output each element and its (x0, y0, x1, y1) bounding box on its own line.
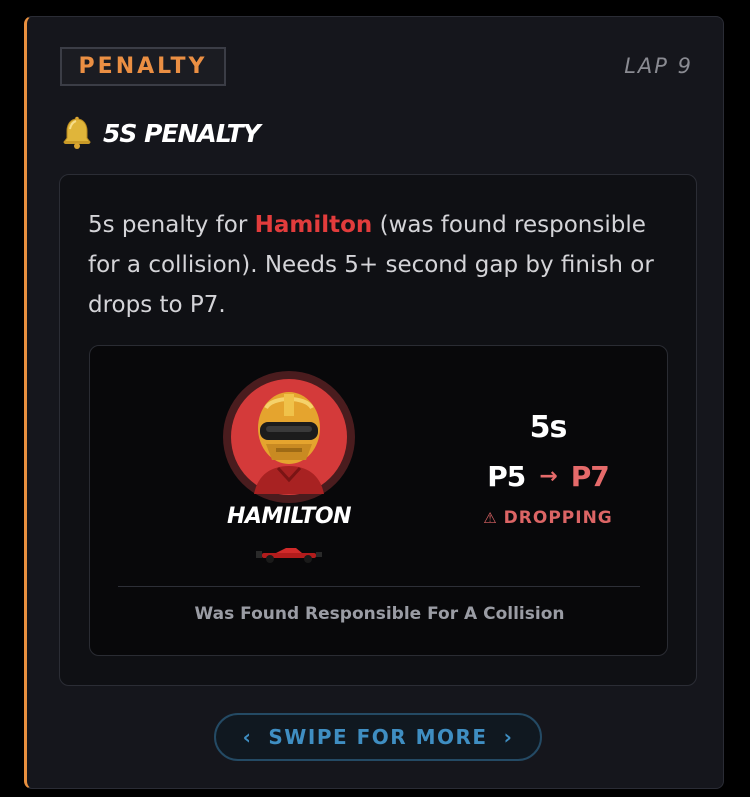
penalty-time: 5s (529, 410, 568, 445)
penalty-card: PENALTY LAP 9 5S PENALTY 5s penalty for … (24, 16, 724, 789)
description-text: 5s penalty for (88, 212, 255, 238)
driver-helmet-avatar (223, 371, 355, 503)
card-title: 5S PENALTY (103, 118, 261, 148)
category-tag: PENALTY (60, 47, 226, 86)
swipe-for-more-button[interactable]: ‹ SWIPE FOR MORE › (214, 713, 542, 761)
driver-highlight: Hamilton (254, 212, 373, 238)
chevron-right-icon: › (503, 725, 514, 749)
status-label: ⚠ DROPPING (450, 508, 646, 528)
lap-label: LAP 9 (624, 54, 693, 78)
current-position: P5 (487, 460, 526, 493)
title-row: 5S PENALTY (59, 113, 261, 153)
penalty-description: 5s penalty for Hamilton (was found respo… (88, 205, 678, 325)
divider (118, 586, 640, 587)
driver-panel: HAMILTON 5s P5 → P7 ⚠ DROPPING Was Found… (89, 345, 668, 656)
projected-position: P7 (570, 460, 610, 493)
race-car-icon (256, 548, 322, 563)
penalty-reason: Was Found Responsible For A Collision (194, 604, 565, 624)
driver-name: HAMILTON (226, 504, 352, 529)
chevron-left-icon: ‹ (242, 725, 253, 749)
warning-icon: ⚠ (483, 509, 498, 527)
detail-panel: 5s penalty for Hamilton (was found respo… (59, 174, 697, 686)
bell-icon (63, 116, 91, 149)
arrow-right-icon: → (539, 464, 557, 489)
position-change: P5 → P7 (450, 460, 646, 493)
status-text: DROPPING (503, 508, 613, 528)
swipe-label: SWIPE FOR MORE (268, 725, 488, 749)
